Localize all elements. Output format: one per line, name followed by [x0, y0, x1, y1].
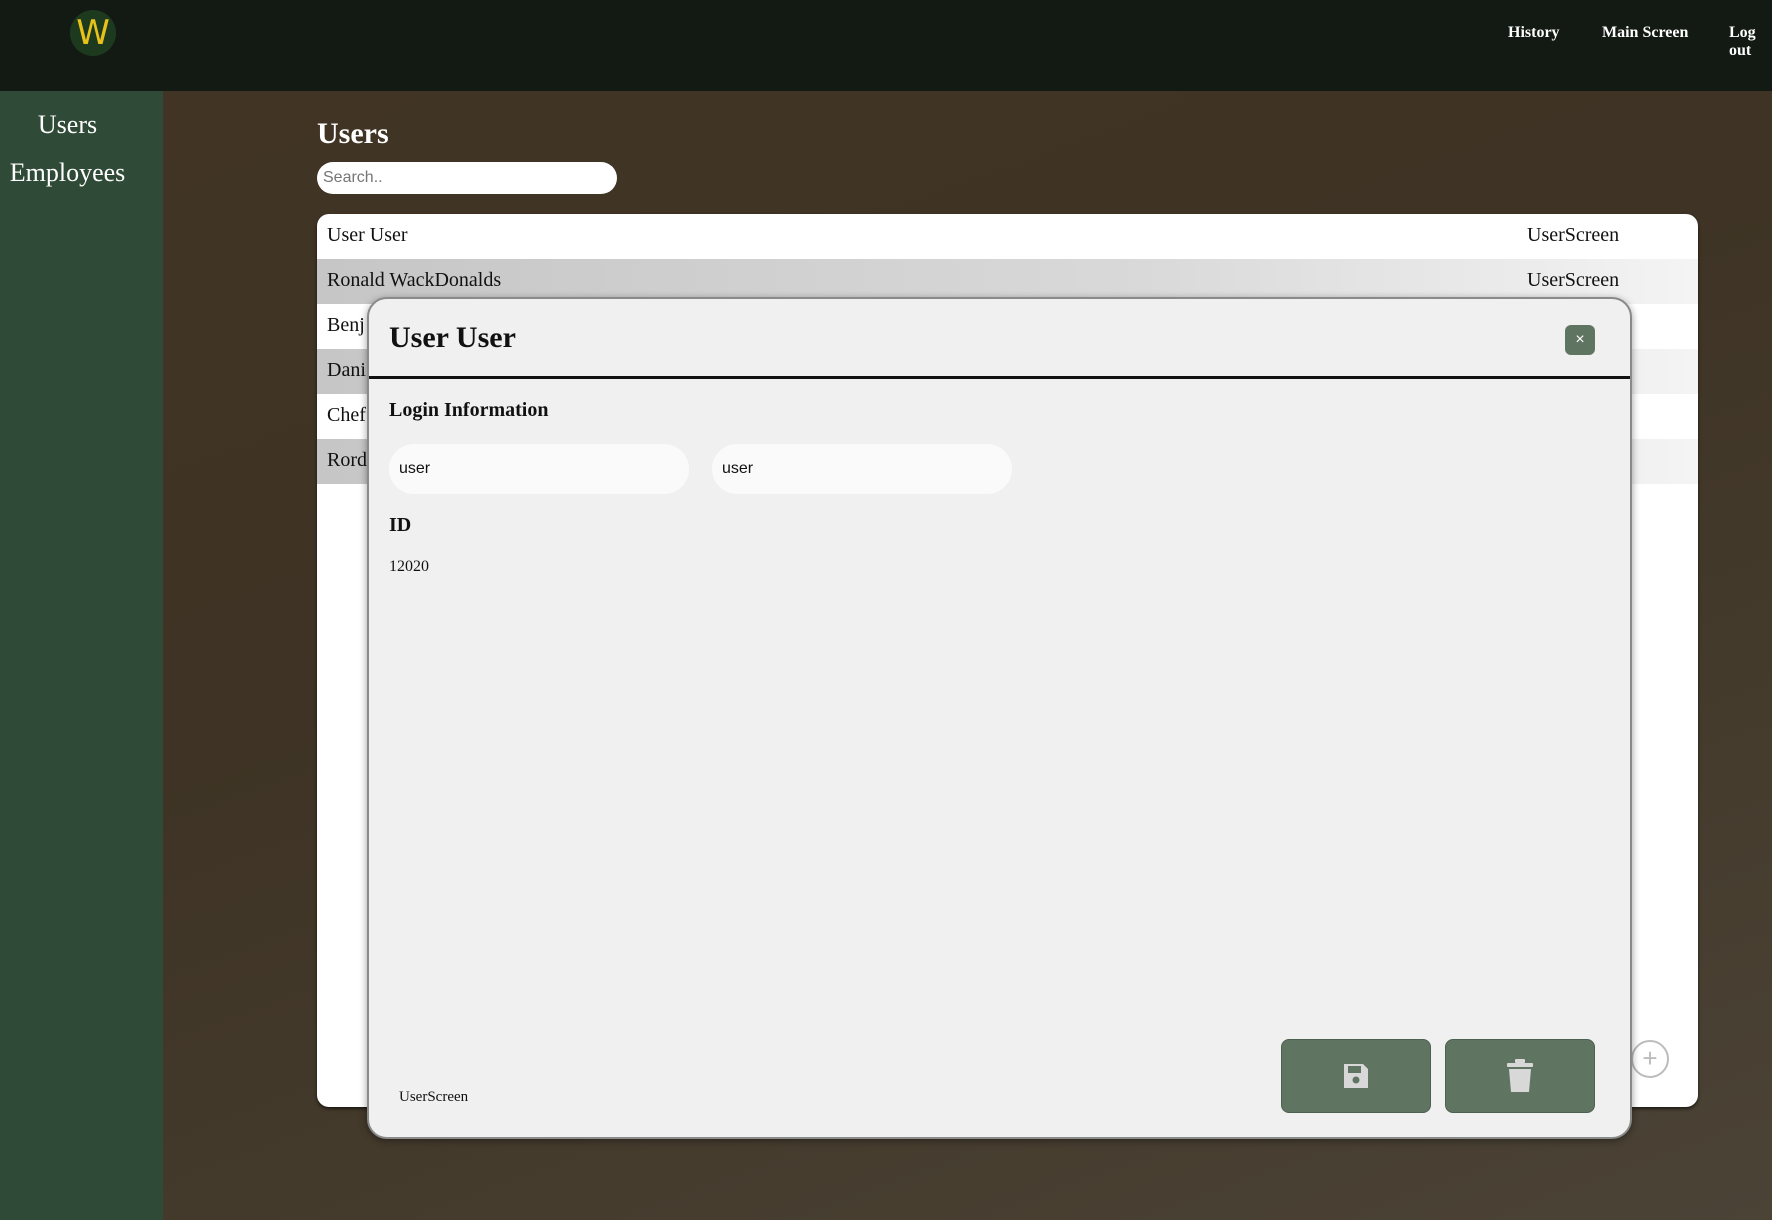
- trash-icon: [1507, 1059, 1533, 1092]
- search-input[interactable]: [317, 162, 617, 194]
- table-row[interactable]: User User UserScreen: [317, 214, 1698, 259]
- sidebar: Users Employees: [0, 91, 163, 1220]
- floppy-disk-icon: [1344, 1064, 1368, 1088]
- delete-button[interactable]: [1445, 1039, 1595, 1113]
- row-name: Chef: [327, 404, 366, 426]
- row-name: User User: [327, 224, 408, 246]
- row-name: Benj: [327, 314, 365, 336]
- username-field[interactable]: [389, 444, 689, 494]
- user-modal: User User × Login Information ID 12020 U…: [367, 297, 1632, 1139]
- password-field[interactable]: [712, 444, 1012, 494]
- id-value: 12020: [389, 558, 429, 575]
- nav-history[interactable]: History: [1508, 24, 1560, 42]
- page-title: Users: [317, 117, 389, 150]
- nav-main-screen[interactable]: Main Screen: [1602, 24, 1688, 42]
- screen-label: UserScreen: [399, 1089, 469, 1105]
- sidebar-item-employees[interactable]: Employees: [0, 158, 135, 188]
- logo[interactable]: W: [70, 10, 116, 56]
- row-screen: UserScreen: [1527, 224, 1620, 246]
- row-name: Rord: [327, 449, 367, 471]
- close-button[interactable]: ×: [1565, 325, 1595, 355]
- logo-letter: W: [76, 13, 110, 53]
- save-button[interactable]: [1281, 1039, 1431, 1113]
- add-user-button[interactable]: +: [1631, 1040, 1669, 1078]
- id-heading: ID: [389, 514, 412, 536]
- row-name: Ronald WackDonalds: [327, 269, 502, 291]
- row-name: Dani: [327, 359, 366, 381]
- modal-title: User User: [389, 321, 516, 354]
- top-bar: W History Main Screen Log out: [0, 0, 1772, 91]
- close-icon: ×: [1575, 331, 1585, 348]
- nav-log-out[interactable]: Log out: [1729, 24, 1772, 60]
- divider: [369, 376, 1630, 379]
- sidebar-item-users[interactable]: Users: [0, 110, 135, 140]
- login-information-heading: Login Information: [389, 399, 549, 421]
- row-screen: UserScreen: [1527, 269, 1620, 291]
